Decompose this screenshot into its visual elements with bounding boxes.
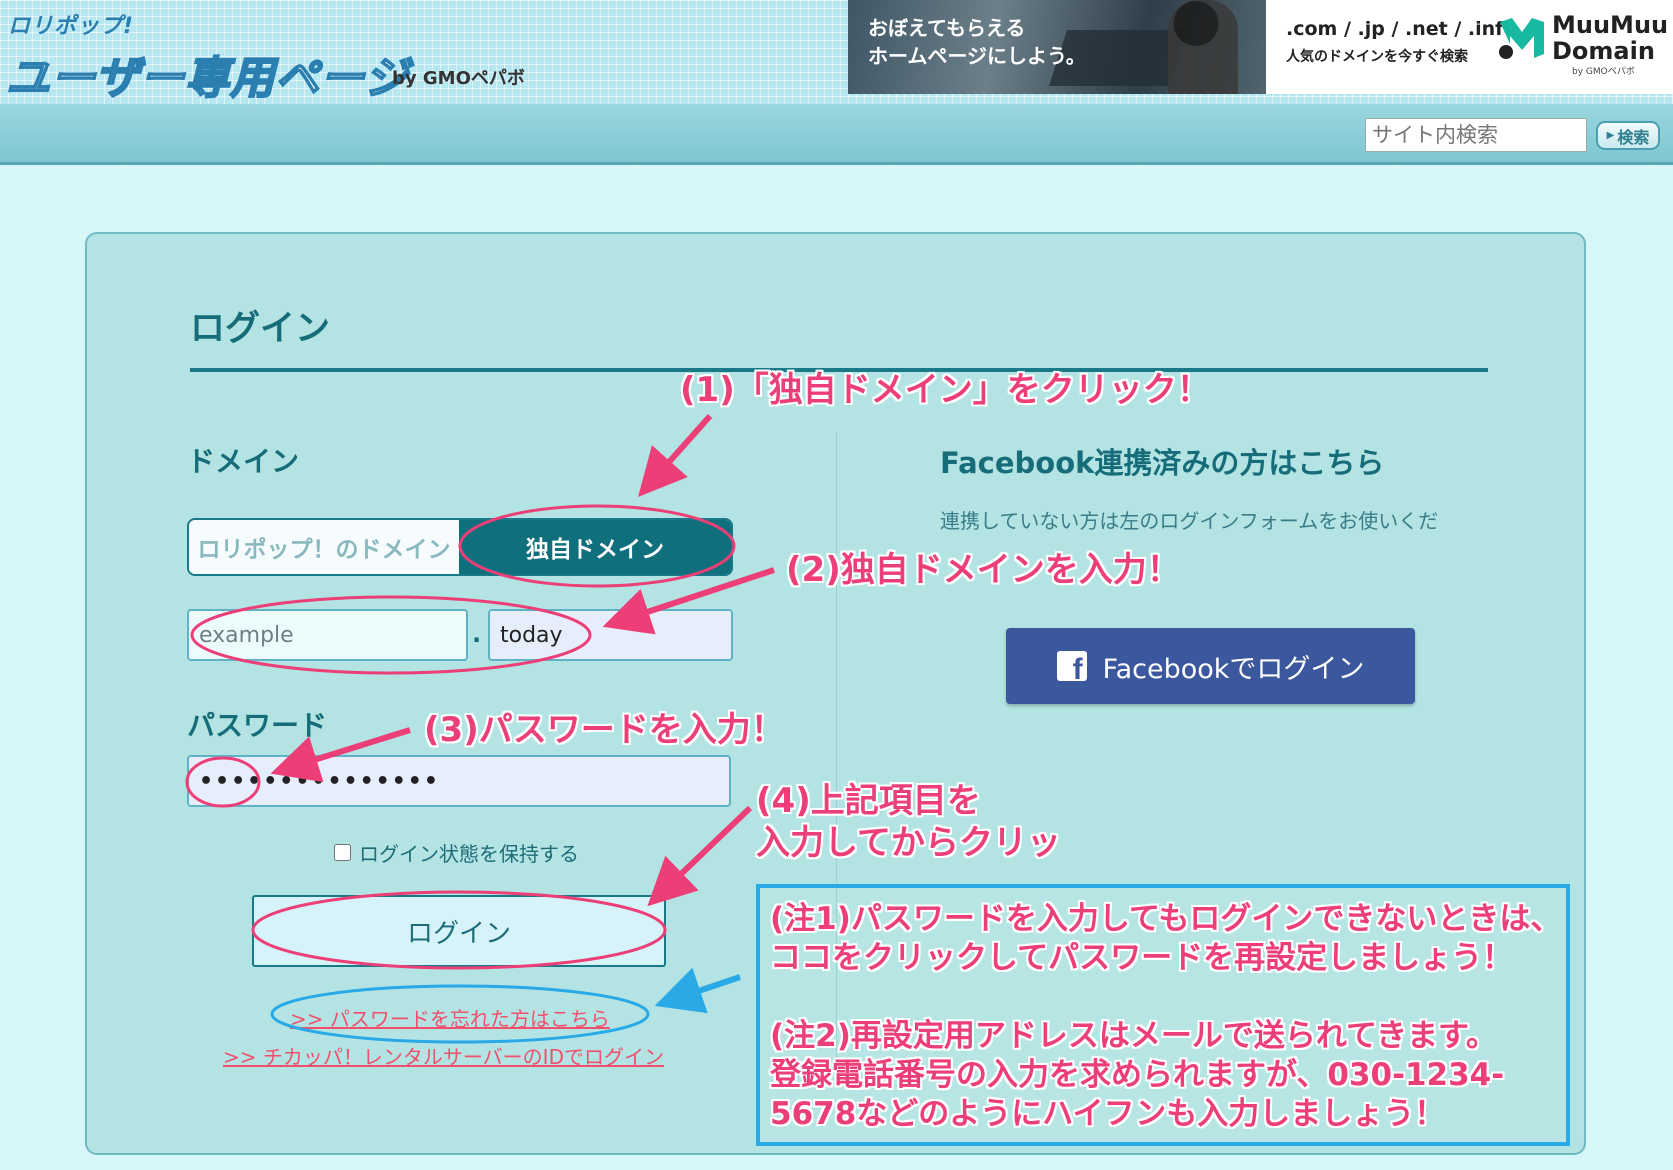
title-underline [190, 368, 1488, 372]
facebook-login-button[interactable]: f Facebookでログイン [1006, 628, 1415, 704]
domain-label: ドメイン [187, 445, 300, 478]
banner-muumuu-ad[interactable]: .com / .jp / .net / .info 人気のドメインを今すぐ検索 … [1266, 0, 1673, 94]
ad-subtitle: 人気のドメインを今すぐ検索 [1286, 49, 1468, 65]
note2-line2: 登録電話番号の入力を求められますが、030-1234- [770, 1057, 1505, 1093]
domain-type-toggle: ロリポップ！のドメイン 独自ドメイン [187, 518, 733, 576]
logo-user-page[interactable]: ユーザー専用ページ [5, 42, 409, 106]
domain-dot-separator: . [472, 620, 482, 648]
play-triangle-icon: ▶ [1606, 130, 1615, 141]
ad-tlds: .com / .jp / .net / .info [1286, 18, 1517, 40]
facebook-icon: f [1056, 651, 1087, 685]
facebook-description: 連携していない方は左のログインフォームをお使いくだ [940, 509, 1439, 533]
login-button[interactable]: ログイン [252, 895, 666, 967]
facebook-login-label: Facebookでログイン [1102, 653, 1365, 685]
site-search-button-label: 検索 [1617, 127, 1650, 147]
ad-brand-line2: Domain [1552, 37, 1655, 65]
facebook-icon-letter: f [1072, 653, 1083, 686]
site-header: ロリポップ! ユーザー専用ページ by GMOペパボ おぼえてもらえる ホームペ… [0, 0, 1673, 106]
note2-line3: 5678などのようにハイフンも入力しましょう！ [770, 1096, 1446, 1132]
keep-login-row[interactable]: ログイン状態を保持する [334, 838, 579, 867]
logo-by-gmo: by GMOペパボ [392, 68, 525, 89]
ad-brand-line1: MuuMuu [1552, 11, 1669, 39]
site-search-input[interactable] [1365, 118, 1587, 152]
chicappa-login-link[interactable]: >> チカッパ！レンタルサーバーのIDでログイン [223, 1041, 664, 1070]
banner-text-line1: おぼえてもらえる [868, 16, 1026, 40]
logo-lolipop[interactable]: ロリポップ! [8, 8, 134, 40]
password-field[interactable] [187, 755, 731, 807]
muumuu-logo-icon [1499, 18, 1544, 59]
site-search-button[interactable]: ▶ 検索 [1596, 121, 1660, 150]
ad-brand: MuuMuu Domain [1552, 12, 1668, 64]
note1-line1: (注1)パスワードを入力してもログインできないときは、 [770, 901, 1562, 937]
page-title: ログイン [190, 309, 331, 349]
tab-lolipop-domain[interactable]: ロリポップ！のドメイン [189, 520, 459, 574]
forgot-password-link[interactable]: >> パスワードを忘れた方はこちら [290, 1003, 610, 1032]
tab-own-domain[interactable]: 独自ドメイン [459, 520, 731, 574]
note-spacer [770, 978, 1556, 1017]
password-label: パスワード [187, 709, 328, 742]
annotation-notes-box: (注1)パスワードを入力してもログインできないときは、 ココをクリックしてパスワ… [756, 884, 1570, 1146]
banner-text: おぼえてもらえる ホームページにしよう。 [868, 14, 1086, 70]
banner-text-line2: ホームページにしよう。 [868, 44, 1086, 68]
banner-person-image [1168, 0, 1238, 94]
ad-gmo: by GMOペパボ [1572, 67, 1635, 77]
keep-login-checkbox[interactable] [334, 844, 351, 861]
domain-name-input[interactable] [187, 609, 468, 661]
note1-line2: ココをクリックしてパスワードを再設定しましょう！ [770, 940, 1514, 976]
note2-line1: (注2)再設定用アドレスはメールで送られてきます。 [770, 1018, 1497, 1054]
keep-login-label: ログイン状態を保持する [359, 842, 579, 866]
banner-homepage-ad[interactable]: おぼえてもらえる ホームページにしよう。 [848, 0, 1266, 94]
domain-tld-input[interactable] [488, 609, 733, 661]
facebook-heading: Facebook連携済みの方はこちら [940, 446, 1385, 480]
